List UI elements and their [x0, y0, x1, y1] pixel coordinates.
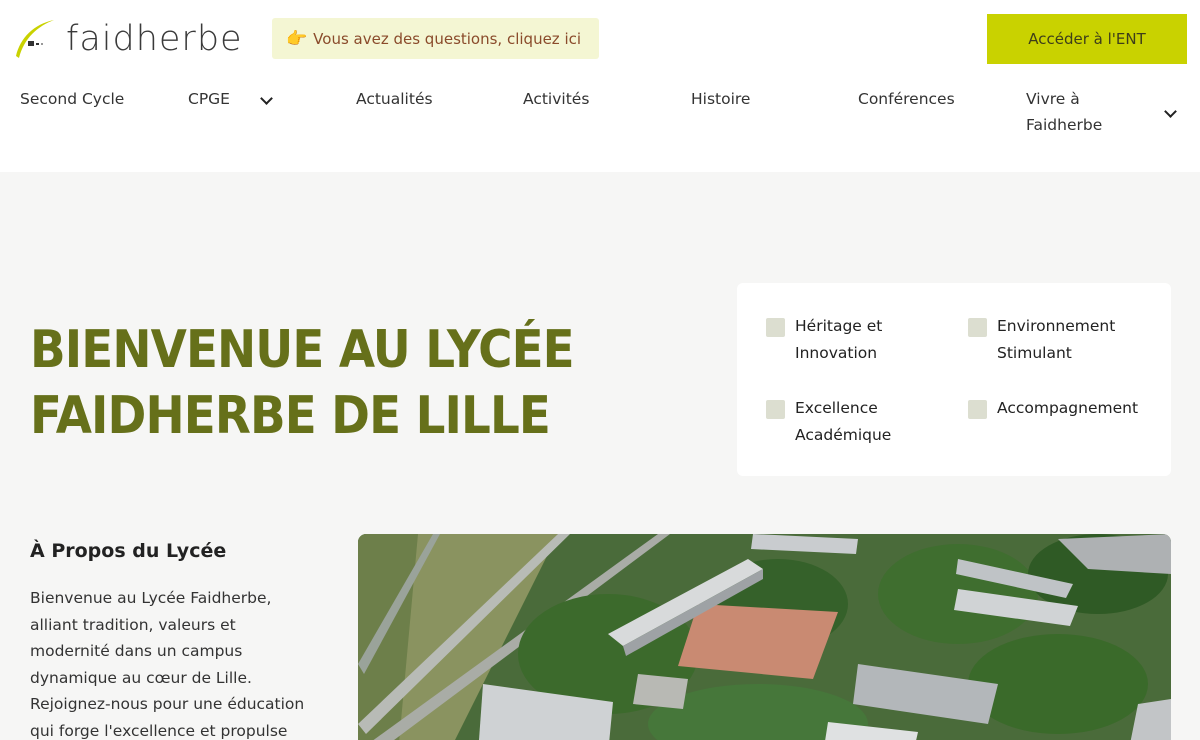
feature-label: Environnement Stimulant — [997, 317, 1116, 362]
nav-item-vivre-a-faidherbe[interactable]: Vivre à Faidherbe — [1026, 86, 1136, 138]
logo-text: faidherbe — [66, 18, 243, 59]
about-title: À Propos du Lycée — [30, 540, 227, 562]
hero-title-line-2: Faidherbe de Lille — [30, 386, 551, 446]
feature-item: Accompagnement — [968, 395, 1168, 422]
hero-title-line-1: Bienvenue au Lycée — [30, 320, 575, 380]
pointing-hand-icon: 👉 — [286, 28, 308, 49]
feature-label: Héritage et Innovation — [795, 317, 883, 362]
questions-banner-link[interactable]: 👉 Vous avez des questions, cliquez ici — [272, 18, 599, 59]
site-header: faidherbe 👉 Vous avez des questions, cli… — [0, 0, 1200, 172]
nav-item-conferences[interactable]: Conférences — [858, 86, 955, 112]
about-text: Bienvenue au Lycée Faidherbe, alliant tr… — [30, 589, 305, 740]
ent-access-button[interactable]: Accéder à l'ENT — [987, 14, 1187, 64]
chevron-down-icon[interactable] — [260, 96, 272, 108]
feature-square-icon — [968, 318, 987, 337]
nav-item-activites[interactable]: Activités — [523, 86, 589, 112]
campus-aerial-photo — [358, 534, 1171, 740]
features-card: Héritage et Innovation Environnement Sti… — [737, 283, 1171, 476]
chevron-down-icon[interactable] — [1164, 109, 1176, 121]
feature-item: Héritage et Innovation — [766, 313, 936, 367]
feature-label: Accompagnement — [997, 399, 1139, 417]
nav-item-histoire[interactable]: Histoire — [691, 86, 750, 112]
hero-title: Bienvenue au Lycée Faidherbe de Lille — [30, 317, 642, 449]
hero-section: Bienvenue au Lycée Faidherbe de Lille Hé… — [0, 172, 1200, 740]
logo-swoosh-icon — [16, 20, 54, 58]
main-nav: Second Cycle CPGE Actualités Activités H… — [0, 80, 1200, 160]
feature-square-icon — [968, 400, 987, 419]
nav-item-cpge[interactable]: CPGE — [188, 86, 230, 112]
campus-aerial-image — [358, 534, 1171, 740]
feature-square-icon — [766, 400, 785, 419]
feature-item: Environnement Stimulant — [968, 313, 1158, 367]
nav-item-actualites[interactable]: Actualités — [356, 86, 433, 112]
feature-item: Excellence Académique — [766, 395, 936, 449]
nav-item-second-cycle[interactable]: Second Cycle — [20, 86, 124, 112]
questions-banner-text: Vous avez des questions, cliquez ici — [313, 29, 582, 48]
feature-square-icon — [766, 318, 785, 337]
feature-label: Excellence Académique — [795, 399, 892, 444]
site-logo[interactable]: faidherbe — [12, 16, 242, 62]
